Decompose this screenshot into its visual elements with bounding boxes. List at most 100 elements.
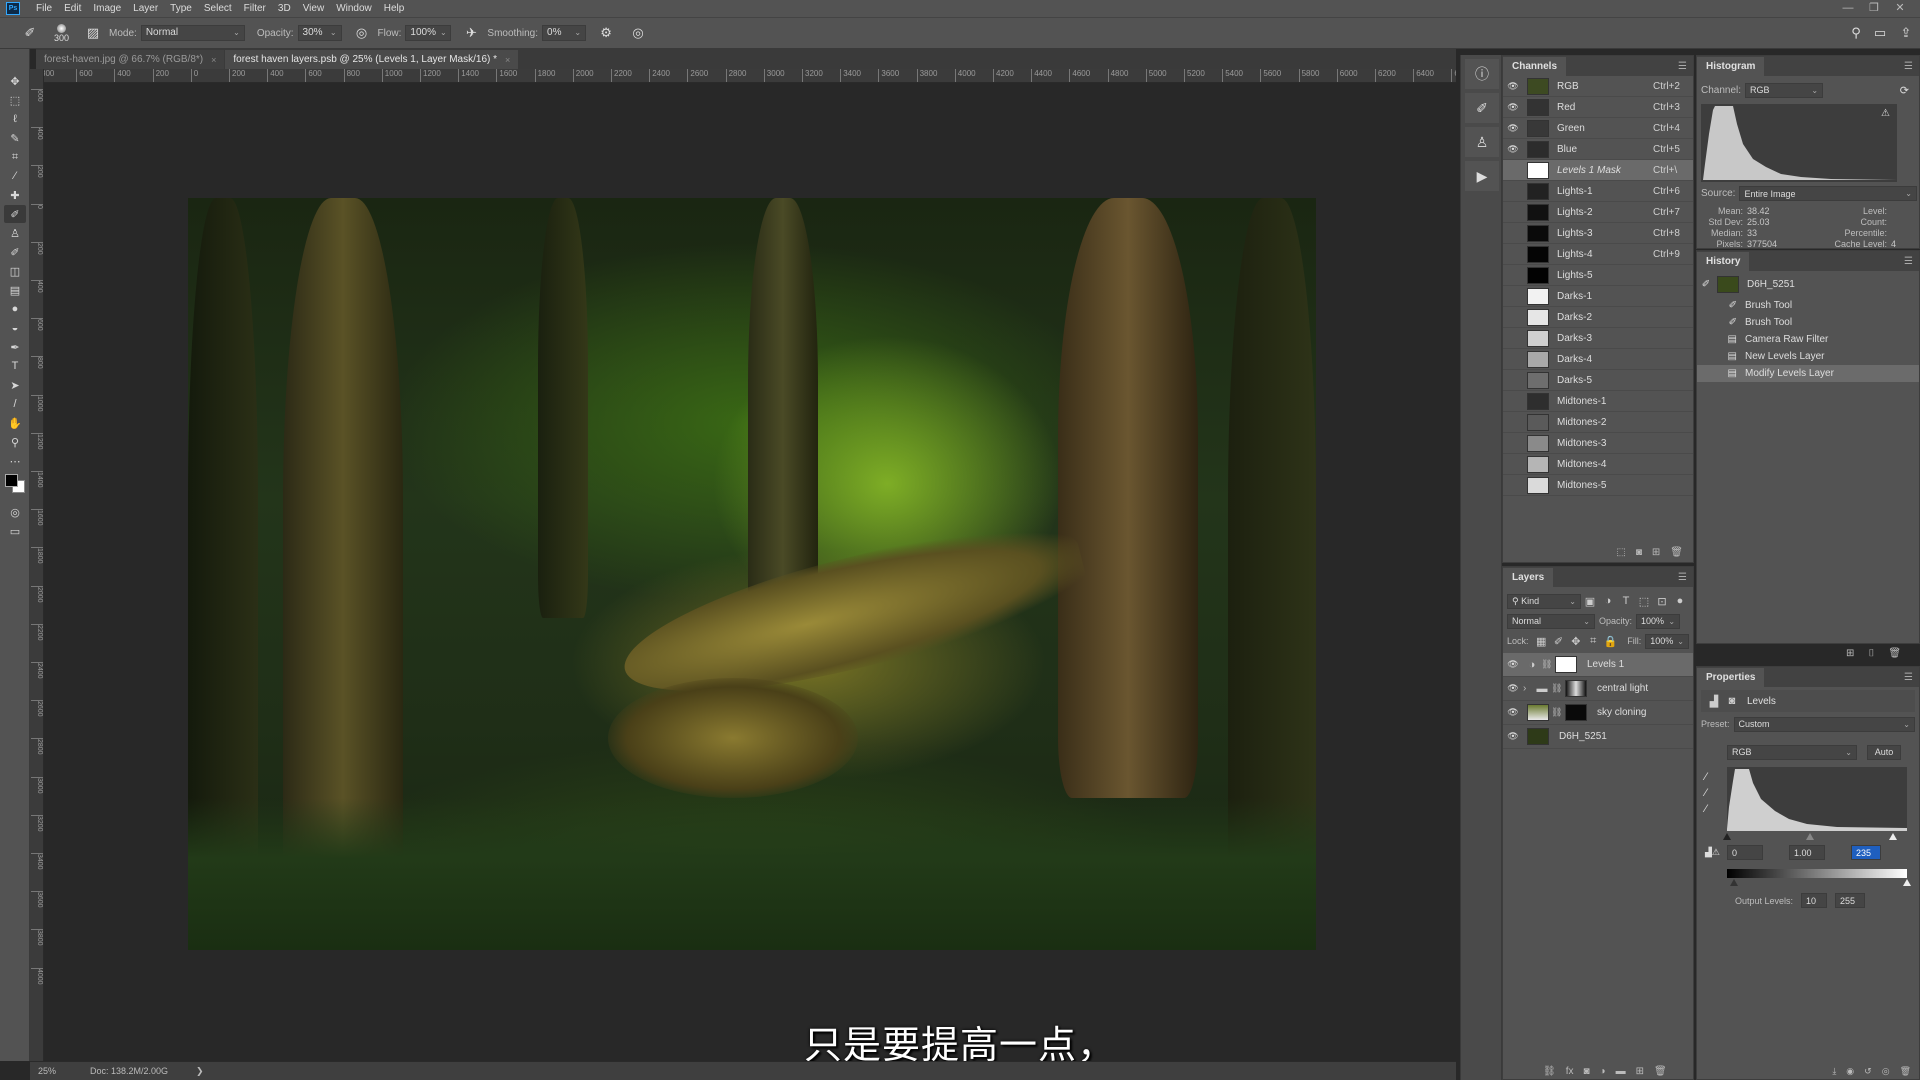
panel-menu-icon[interactable]: ☰ — [1904, 256, 1913, 267]
document-tab[interactable]: forest-haven.jpg @ 66.7% (RGB/8*) × — [36, 50, 225, 69]
input-black-field[interactable]: 0 — [1727, 845, 1763, 860]
menu-select[interactable]: Select — [198, 3, 238, 14]
visibility-eye-icon[interactable]: 👁 — [1503, 683, 1523, 694]
mask-icon[interactable]: ◙ — [1723, 695, 1741, 707]
restore-button[interactable]: ❐ — [1862, 0, 1886, 17]
layer-filter-select[interactable]: ⚲ Kind ⌄ — [1507, 593, 1581, 609]
source-select[interactable]: Entire Image ⌄ — [1739, 186, 1917, 201]
filter-pixel-icon[interactable]: ▣ — [1581, 595, 1599, 608]
fx-icon[interactable]: fx — [1566, 1066, 1574, 1077]
delete-adjustment-icon[interactable]: 🗑 — [1900, 1066, 1911, 1077]
delete-state-icon[interactable]: 🗑 — [1888, 648, 1901, 659]
input-black-slider[interactable] — [1723, 833, 1731, 840]
filter-shape-icon[interactable]: ⬚ — [1635, 595, 1653, 608]
tool-lasso[interactable]: ℓ — [4, 110, 26, 128]
vertical-ruler[interactable]: 600 400 200 0 200 400 600 800 1000 1200 1400 1600 18… — [30, 69, 44, 1061]
tool-crop[interactable]: ⌗ — [4, 148, 26, 166]
menu-layer[interactable]: Layer — [127, 3, 164, 14]
channel-row[interactable]: Midtones-2 — [1503, 412, 1693, 433]
warning-icon[interactable]: ⚠ — [1881, 108, 1890, 119]
channel-row[interactable]: Midtones-1 — [1503, 391, 1693, 412]
input-gamma-field[interactable]: 1.00 — [1789, 845, 1825, 860]
channel-row[interactable]: Lights-5 — [1503, 265, 1693, 286]
lock-position-icon[interactable]: ✥ — [1567, 635, 1584, 648]
lock-artboard-icon[interactable]: ⌗ — [1585, 635, 1602, 648]
channel-row[interactable]: 👁 RGB Ctrl+2 — [1503, 76, 1693, 97]
refresh-icon[interactable]: ⟳ — [1900, 84, 1909, 97]
smoothing-field[interactable]: 0% ⌄ — [542, 25, 587, 41]
save-selection-icon[interactable]: ◙ — [1636, 547, 1642, 558]
channel-row[interactable]: Lights-3 Ctrl+8 — [1503, 223, 1693, 244]
input-white-slider[interactable] — [1888, 833, 1897, 840]
mask-link-icon[interactable]: ⛓ — [1551, 707, 1562, 718]
new-group-icon[interactable]: ▬ — [1616, 1066, 1626, 1077]
close-button[interactable]: ✕ — [1888, 0, 1912, 17]
auto-button[interactable]: Auto — [1867, 744, 1901, 760]
layer-mask-thumbnail[interactable] — [1565, 680, 1587, 697]
channel-row[interactable]: Darks-5 — [1503, 370, 1693, 391]
brush-size-picker[interactable]: 300 — [54, 23, 69, 43]
menu-help[interactable]: Help — [378, 3, 411, 14]
channel-row[interactable]: Darks-1 — [1503, 286, 1693, 307]
filter-toggle-icon[interactable]: ● — [1671, 595, 1689, 607]
panel-menu-icon[interactable]: ☰ — [1904, 672, 1913, 683]
layer-opacity-field[interactable]: 100% ⌄ — [1636, 613, 1681, 629]
filter-adjustment-icon[interactable]: ◑ — [1599, 595, 1617, 607]
pressure-size-icon[interactable]: ◎ — [630, 25, 646, 41]
layer-row[interactable]: 👁 ◑ ⛓ Levels 1 — [1503, 653, 1693, 677]
workspace-icon[interactable]: ▭ — [1872, 25, 1888, 41]
clip-to-layer-icon[interactable]: ⤓ — [1832, 1066, 1836, 1077]
history-state[interactable]: ✐ Brush Tool — [1697, 297, 1919, 314]
output-black-slider[interactable] — [1730, 879, 1739, 886]
zoom-level[interactable]: 25% — [30, 1066, 76, 1076]
tool-eyedropper[interactable]: ⁄ — [4, 167, 26, 185]
visibility-eye-icon[interactable]: 👁 — [1503, 144, 1523, 155]
menu-view[interactable]: View — [297, 3, 331, 14]
output-white-field[interactable]: 255 — [1835, 893, 1866, 908]
tool-eraser[interactable]: ◫ — [4, 262, 26, 280]
menu-3d[interactable]: 3D — [272, 3, 297, 14]
pressure-opacity-icon[interactable]: ◎ — [354, 25, 370, 41]
add-mask-icon[interactable]: ◙ — [1583, 1066, 1589, 1077]
channel-row[interactable]: 👁 Blue Ctrl+5 — [1503, 139, 1693, 160]
gray-point-eyedropper-icon[interactable]: ⁄ — [1705, 787, 1707, 799]
channel-row[interactable]: 👁 Green Ctrl+4 — [1503, 118, 1693, 139]
channel-row[interactable]: Midtones-3 — [1503, 433, 1693, 454]
input-gamma-slider[interactable] — [1805, 833, 1814, 840]
history-state[interactable]: ▤ Modify Levels Layer — [1697, 365, 1919, 382]
visibility-eye-icon[interactable]: 👁 — [1503, 123, 1523, 134]
load-selection-icon[interactable]: ⬚ — [1616, 547, 1625, 558]
black-point-eyedropper-icon[interactable]: ⁄ — [1705, 771, 1707, 783]
channel-row[interactable]: Levels 1 Mask Ctrl+\ — [1503, 160, 1693, 181]
menu-file[interactable]: File — [30, 3, 58, 14]
tab-history[interactable]: History — [1697, 252, 1750, 271]
lock-image-icon[interactable]: ✐ — [1550, 635, 1567, 648]
reset-icon[interactable]: ↺ — [1864, 1066, 1872, 1077]
tool-move[interactable]: ✥ — [4, 72, 26, 90]
tool-brush[interactable]: ✐ — [4, 205, 26, 223]
tool-dodge[interactable]: ◒ — [4, 319, 26, 337]
visibility-eye-icon[interactable]: 👁 — [1503, 731, 1523, 742]
brush-preset-icon[interactable]: ✐ — [22, 25, 38, 41]
tool-screen-mode[interactable]: ▭ — [4, 522, 26, 540]
close-tab-icon[interactable]: × — [505, 55, 510, 65]
tool-type[interactable]: T — [4, 357, 26, 375]
panel-menu-icon[interactable]: ☰ — [1678, 572, 1687, 583]
layer-row[interactable]: 👁 › ▬ ⛓ central light — [1503, 677, 1693, 701]
search-icon[interactable]: ⚲ — [1848, 25, 1864, 41]
filter-smart-object-icon[interactable]: ⊡ — [1653, 595, 1671, 608]
channel-row[interactable]: Midtones-5 — [1503, 475, 1693, 496]
view-previous-icon[interactable]: ◉ — [1846, 1066, 1854, 1077]
horizontal-ruler[interactable]: 8006004002000200400600800100012001400160… — [44, 69, 1456, 83]
histogram-channel-select[interactable]: RGB ⌄ — [1745, 82, 1824, 98]
tool-path-select[interactable]: ➤ — [4, 376, 26, 394]
white-point-eyedropper-icon[interactable]: ⁄ — [1705, 803, 1707, 815]
visibility-eye-icon[interactable]: 👁 — [1503, 707, 1523, 718]
channel-row[interactable]: Darks-4 — [1503, 349, 1693, 370]
history-snapshot[interactable]: ✐ D6H_5251 — [1697, 271, 1919, 297]
panel-menu-icon[interactable]: ☰ — [1678, 61, 1687, 72]
layer-mask-thumbnail[interactable] — [1555, 656, 1577, 673]
tool-clone-stamp[interactable]: ♙ — [4, 224, 26, 242]
layer-row[interactable]: 👁 ⛓ sky cloning — [1503, 701, 1693, 725]
document-tab[interactable]: forest haven layers.psb @ 25% (Levels 1,… — [225, 50, 519, 69]
